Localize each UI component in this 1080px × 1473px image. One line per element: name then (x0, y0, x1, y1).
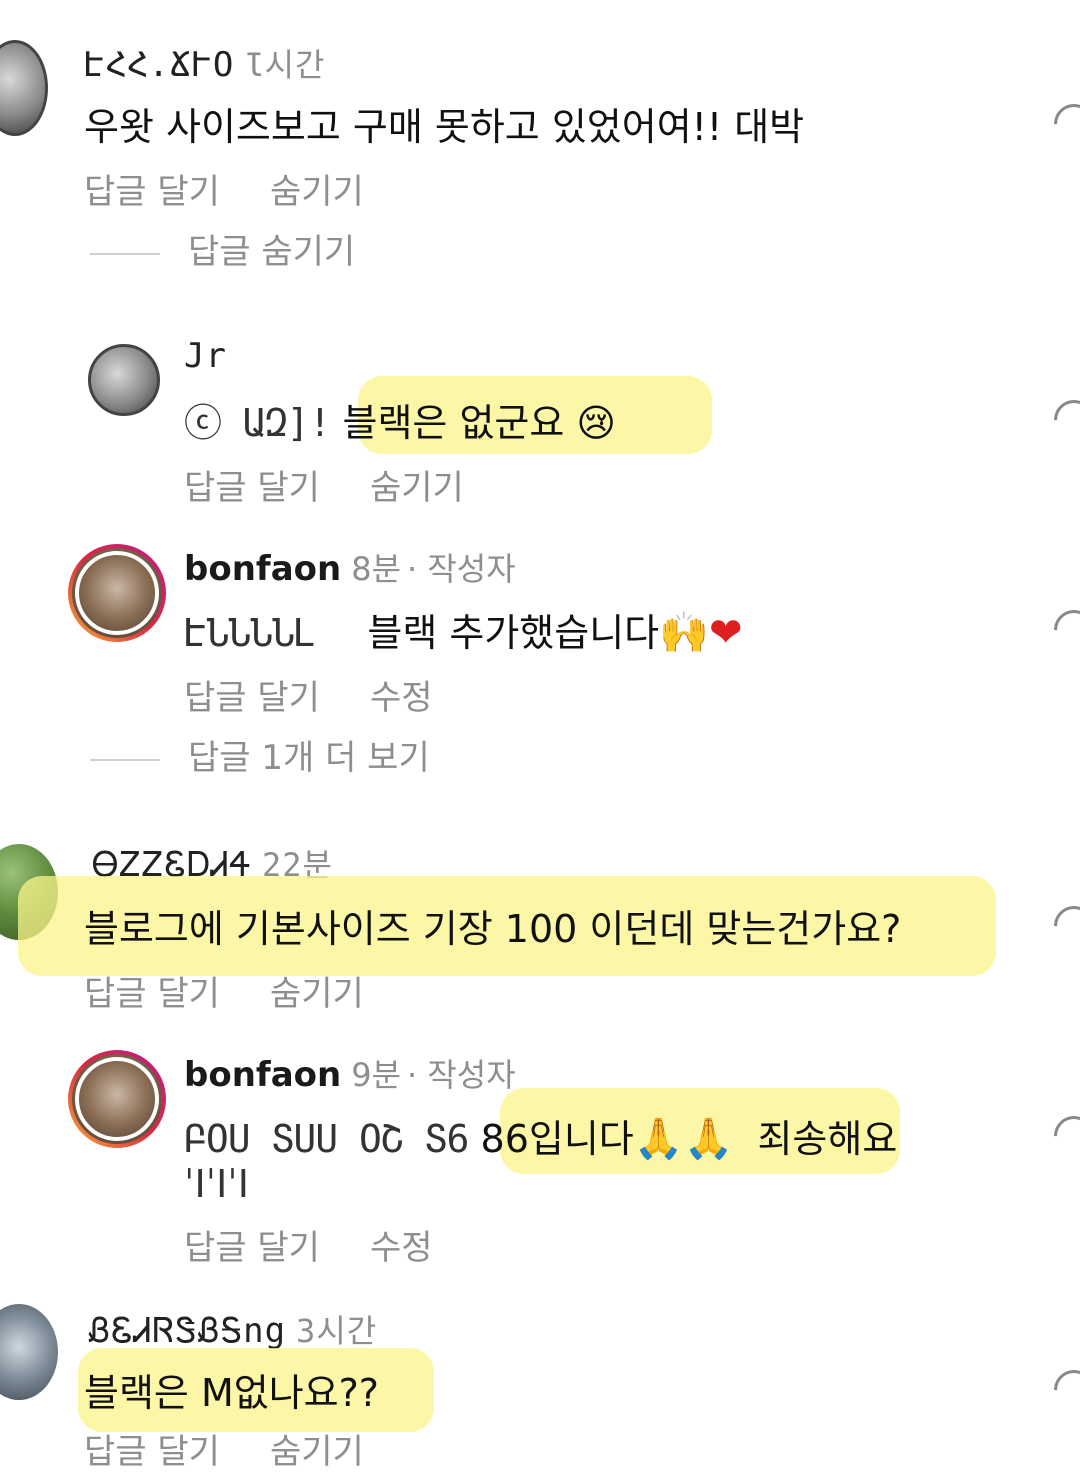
like-heart-icon[interactable] (1045, 95, 1080, 153)
comment-text: ⓒ ԱԶ]! 블랙은 없군요 😢 (184, 401, 617, 445)
comment-time: 3시간 (296, 1312, 378, 1350)
comment-username[interactable]: ᏰᏋᏗᏒᏕᏰᎦng 3시간 (88, 1306, 377, 1352)
like-heart-icon[interactable] (1045, 601, 1080, 659)
hide-replies-button[interactable]: 답글 숨기기 (90, 224, 355, 273)
comment-text: 우왓 사이즈보고 구매 못하고 있었어여!! 대박 (84, 105, 805, 149)
comment-username[interactable]: bonfaon 8분 · 작성자 (184, 544, 516, 590)
comment-text: 블랙은 M없나요?? (84, 1371, 379, 1415)
reply-button[interactable]: 답글 달기 (184, 678, 320, 718)
divider-line (90, 252, 160, 255)
avatar[interactable] (0, 40, 48, 136)
reply-button[interactable]: 답글 달기 (184, 1228, 320, 1268)
divider-line (90, 758, 160, 761)
edit-button[interactable]: 수정 (370, 1228, 433, 1268)
comment-actions: 답글 달기 숨기기 (84, 164, 414, 213)
hide-button[interactable]: 숨기기 (370, 468, 464, 508)
like-heart-icon[interactable] (1045, 897, 1080, 955)
like-heart-icon[interactable] (1045, 1361, 1080, 1419)
comment-actions: 답글 달기 숨기기 (84, 1424, 414, 1473)
comment-text: ԷՆՆՆՆԼ 블랙 추가했습니다🙌❤ (184, 610, 743, 656)
comment-text-line2: ˈIˈIˈI (184, 1162, 249, 1206)
reply-button[interactable]: 답글 달기 (184, 468, 320, 508)
mention-link[interactable]: ⓒ ԱԶ]! (184, 401, 331, 445)
comment-time: 9분 (351, 1056, 402, 1094)
mention-link[interactable]: ԷՆՆՆՆԼ (184, 611, 316, 655)
folded-hands-icon: 🙏🙏 (633, 1116, 734, 1162)
edit-button[interactable]: 수정 (370, 678, 433, 718)
reply-button[interactable]: 답글 달기 (84, 1432, 220, 1472)
avatar[interactable] (68, 544, 166, 642)
author-tag: · 작성자 (407, 550, 516, 588)
hide-button[interactable]: 숨기기 (270, 1432, 364, 1472)
mention-link[interactable]: ԲՕՍ ՏՍՍ ՕՇ Տ6 (184, 1117, 469, 1161)
raised-hands-icon: 🙌 (659, 610, 709, 656)
avatar[interactable] (0, 1304, 58, 1400)
comment-username[interactable]: bonfaon 9분 · 작성자 (184, 1050, 516, 1096)
hide-button[interactable]: 숨기기 (270, 974, 364, 1014)
comment-text: 블로그에 기본사이즈 기장 100 이던데 맞는건가요? (84, 907, 902, 951)
like-heart-icon[interactable] (1045, 1107, 1080, 1165)
author-tag: · 작성자 (407, 1056, 516, 1094)
reply-button[interactable]: 답글 달기 (84, 172, 220, 212)
comment-username[interactable]: ԷՀՀ.ՃՒՕ Ɩ시간 (84, 40, 325, 86)
comment-actions: 답글 달기 수정 (184, 1220, 483, 1269)
comment-text: ԲՕՍ ՏՍՍ ՕՇ Տ6 86입니다🙏🙏 죄송해요 (184, 1116, 898, 1162)
comment-time: Ɩ시간 (244, 46, 326, 84)
like-heart-icon[interactable] (1045, 391, 1080, 449)
red-heart-icon: ❤ (708, 610, 743, 656)
comment-time: 8분 (351, 550, 402, 588)
comment-actions: 답글 달기 숨기기 (184, 460, 514, 509)
avatar[interactable] (68, 1050, 166, 1148)
reply-button[interactable]: 답글 달기 (84, 974, 220, 1014)
comment-username[interactable]: Jr (184, 336, 227, 376)
comment-actions: 답글 달기 숨기기 (84, 966, 414, 1015)
hide-button[interactable]: 숨기기 (270, 172, 364, 212)
avatar[interactable] (88, 344, 160, 416)
view-more-replies-button[interactable]: 답글 1개 더 보기 (90, 730, 430, 779)
comment-actions: 답글 달기 수정 (184, 670, 483, 719)
